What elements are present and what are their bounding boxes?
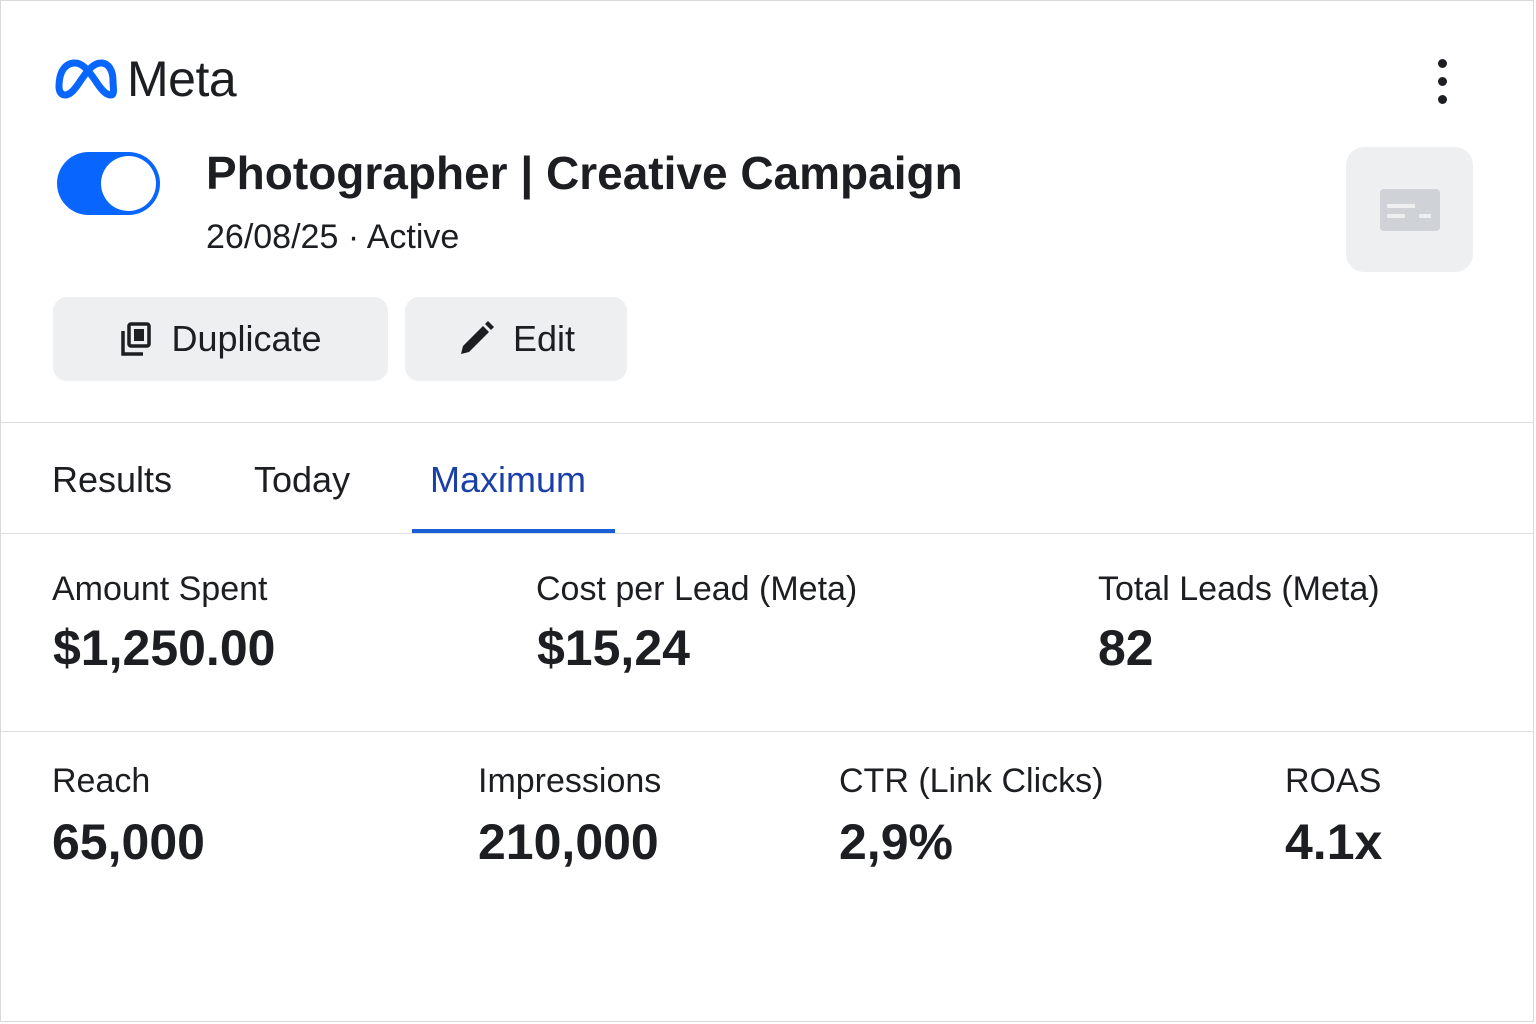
metric-value-roas: 4.1x [1285,814,1383,870]
campaign-meta: 26/08/25 · Active [206,215,459,259]
metric-value-cost-per-lead: $15,24 [537,620,690,676]
campaign-card: Meta Photographer | Creative Campaign 26… [0,0,1534,1022]
meta-infinity-icon [55,59,117,99]
metric-label-total-leads: Total Leads (Meta) [1098,570,1380,608]
metric-label-roas: ROAS [1285,762,1382,800]
more-vertical-icon-dot [1437,76,1447,86]
duplicate-button[interactable]: Duplicate [53,297,388,381]
brand-name: Meta [127,51,237,107]
duplicate-label: Duplicate [171,318,322,359]
campaign-status: Active [366,218,460,256]
metric-value-amount-spent: $1,250.00 [53,620,276,676]
pencil-icon [460,321,494,354]
metric-label-reach: Reach [52,762,151,800]
more-options-button[interactable] [1419,53,1465,109]
edit-button[interactable]: Edit [405,297,627,381]
metrics-divider [1,731,1533,732]
tab-maximum[interactable]: Maximum [430,457,586,503]
metric-label-amount-spent: Amount Spent [52,570,268,608]
metric-value-ctr: 2,9% [839,814,953,870]
tab-today[interactable]: Today [254,457,350,503]
metric-value-reach: 65,000 [52,814,205,870]
ad-preview-thumbnail[interactable] [1346,147,1473,272]
meta-logo: Meta [53,51,237,107]
campaign-title: Photographer | Creative Campaign [206,147,963,199]
toggle-knob [101,156,156,211]
metric-value-total-leads: 82 [1098,620,1154,676]
campaign-date: 26/08/25 [206,218,339,256]
duplicate-icon [121,322,152,356]
metric-label-cost-per-lead: Cost per Lead (Meta) [536,570,858,608]
more-vertical-icon-dot [1437,58,1447,68]
metric-value-impressions: 210,000 [478,814,659,870]
tabs-divider [1,533,1533,534]
metric-label-impressions: Impressions [478,762,662,800]
campaign-active-toggle[interactable] [57,152,160,215]
section-divider [1,422,1533,423]
more-vertical-icon-dot [1437,94,1447,104]
tab-results[interactable]: Results [52,457,172,503]
metric-label-ctr: CTR (Link Clicks) [839,762,1104,800]
meta-separator: · [347,218,360,256]
edit-label: Edit [512,318,576,359]
ad-preview-placeholder-icon [1379,188,1440,231]
